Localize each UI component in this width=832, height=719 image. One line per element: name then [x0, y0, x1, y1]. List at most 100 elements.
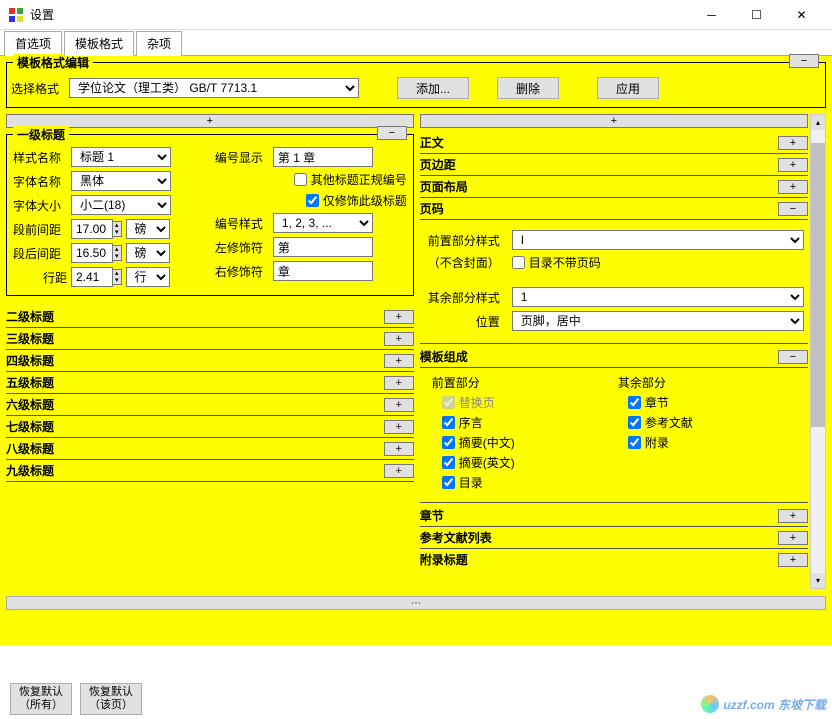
app-icon — [8, 7, 24, 23]
level5-expand[interactable]: + — [384, 376, 414, 390]
level8-header: 八级标题+ — [6, 440, 414, 460]
body-header: 正文+ — [420, 134, 808, 154]
level2-header: 二级标题+ — [6, 308, 414, 328]
format-edit-title: 模板格式编辑 — [13, 54, 93, 71]
add-button[interactable]: 添加... — [397, 77, 469, 99]
space-after-label: 段后间距 — [13, 245, 67, 262]
tab-misc[interactable]: 杂项 — [136, 31, 182, 56]
level2-expand[interactable]: + — [384, 310, 414, 324]
front-style-label: 前置部分样式 — [428, 232, 508, 249]
num-display-input[interactable] — [273, 147, 373, 167]
watermark-icon — [701, 695, 719, 713]
no-cover-label: （不含封面） — [428, 254, 508, 271]
font-name-select[interactable]: 黑体 — [71, 171, 171, 191]
space-before-label: 段前间距 — [13, 221, 67, 238]
level1-title: 一级标题 — [13, 126, 69, 143]
space-after-unit[interactable]: 磅 — [126, 243, 170, 263]
other-title-checkbox[interactable]: 其他标题正规编号 — [294, 171, 407, 188]
select-format-label: 选择格式 — [11, 80, 65, 97]
font-size-label: 字体大小 — [13, 197, 67, 214]
apply-button[interactable]: 应用 — [597, 77, 659, 99]
num-style-select[interactable]: 1, 2, 3, ... — [273, 213, 373, 233]
level9-header: 九级标题+ — [6, 462, 414, 482]
close-button[interactable]: ✕ — [779, 0, 824, 30]
tab-bar: 首选项 模板格式 杂项 — [0, 30, 832, 56]
other-part-label: 其余部分 — [618, 374, 804, 391]
pos-select[interactable]: 页脚，居中 — [512, 311, 804, 331]
toc-checkbox[interactable]: 目录 — [442, 474, 618, 491]
margin-expand[interactable]: + — [778, 158, 808, 172]
pagenum-collapse[interactable]: − — [778, 202, 808, 216]
compose-collapse[interactable]: − — [778, 350, 808, 364]
level3-expand[interactable]: + — [384, 332, 414, 346]
level4-expand[interactable]: + — [384, 354, 414, 368]
bottom-expand-bar[interactable]: ⋯ — [6, 596, 826, 610]
right-add-bar[interactable]: + — [420, 114, 808, 128]
other-style-select[interactable]: 1 — [512, 287, 804, 307]
line-spacing-label: 行距 — [13, 269, 67, 286]
scroll-down-icon[interactable]: ▾ — [811, 573, 825, 588]
space-before-spinner[interactable]: ▴▾ — [71, 219, 122, 239]
front-part-label: 前置部分 — [432, 374, 618, 391]
style-name-select[interactable]: 标题 1 — [71, 147, 171, 167]
refs-checkbox[interactable]: 参考文献 — [628, 414, 804, 431]
tab-template-format[interactable]: 模板格式 — [64, 31, 134, 56]
delete-button[interactable]: 删除 — [497, 77, 559, 99]
level8-expand[interactable]: + — [384, 442, 414, 456]
right-deco-input[interactable] — [273, 261, 373, 281]
appendix-checkbox[interactable]: 附录 — [628, 434, 804, 451]
level9-expand[interactable]: + — [384, 464, 414, 478]
layout-expand[interactable]: + — [778, 180, 808, 194]
front-style-select[interactable]: I — [512, 230, 804, 250]
compose-header: 模板组成− — [420, 348, 808, 368]
footer: 恢复默认 （所有） 恢复默认 （该页） uzzf.com 东坡下载 — [0, 679, 832, 719]
maximize-button[interactable]: ☐ — [734, 0, 779, 30]
margin-header: 页边距+ — [420, 156, 808, 176]
only-this-checkbox[interactable]: 仅修饰此级标题 — [306, 192, 407, 209]
watermark: uzzf.com 东坡下载 — [701, 695, 826, 713]
level6-expand[interactable]: + — [384, 398, 414, 412]
font-size-select[interactable]: 小二(18) — [71, 195, 171, 215]
num-style-label: 编号样式 — [215, 215, 269, 232]
right-scrollbar[interactable]: ▴ ▾ — [810, 114, 826, 589]
select-format-dropdown[interactable]: 学位论文（理工类） GB/T 7713.1 — [69, 78, 359, 98]
level7-header: 七级标题+ — [6, 418, 414, 438]
level1-section: 一级标题 − 样式名称标题 1 字体名称黑体 字体大小小二(18) 段前间距 ▴… — [6, 134, 414, 296]
pos-label: 位置 — [428, 313, 508, 330]
appendix-title-expand[interactable]: + — [778, 553, 808, 567]
level3-header: 三级标题+ — [6, 330, 414, 350]
font-name-label: 字体名称 — [13, 173, 67, 190]
reset-this-button[interactable]: 恢复默认 （该页） — [80, 683, 142, 715]
scroll-up-icon[interactable]: ▴ — [811, 115, 825, 130]
replace-page-checkbox[interactable]: 替换页 — [442, 394, 618, 411]
no-pagenum-checkbox[interactable]: 目录不带页码 — [512, 254, 601, 271]
level5-header: 五级标题+ — [6, 374, 414, 394]
space-after-spinner[interactable]: ▴▾ — [71, 243, 122, 263]
level6-header: 六级标题+ — [6, 396, 414, 416]
abstract-en-checkbox[interactable]: 摘要(英文) — [442, 454, 618, 471]
ref-list-expand[interactable]: + — [778, 531, 808, 545]
body-expand[interactable]: + — [778, 136, 808, 150]
window-title: 设置 — [30, 6, 689, 23]
scroll-thumb[interactable] — [811, 143, 825, 427]
space-before-unit[interactable]: 磅 — [126, 219, 170, 239]
preface-checkbox[interactable]: 序言 — [442, 414, 618, 431]
right-deco-label: 右修饰符 — [215, 263, 269, 280]
tab-preferences[interactable]: 首选项 — [4, 31, 62, 56]
level7-expand[interactable]: + — [384, 420, 414, 434]
minimize-button[interactable]: ─ — [689, 0, 734, 30]
chapter-checkbox[interactable]: 章节 — [628, 394, 804, 411]
line-spacing-unit[interactable]: 行 — [126, 267, 170, 287]
appendix-title-header: 附录标题+ — [420, 551, 808, 570]
num-display-label: 编号显示 — [215, 149, 269, 166]
ref-list-header: 参考文献列表+ — [420, 529, 808, 549]
line-spacing-spinner[interactable]: ▴▾ — [71, 267, 122, 287]
level1-collapse[interactable]: − — [377, 126, 407, 140]
content-area: 模板格式编辑 − 选择格式 学位论文（理工类） GB/T 7713.1 添加..… — [0, 56, 832, 646]
chapter-sec-expand[interactable]: + — [778, 509, 808, 523]
format-edit-section: 模板格式编辑 − 选择格式 学位论文（理工类） GB/T 7713.1 添加..… — [6, 62, 826, 108]
left-deco-input[interactable] — [273, 237, 373, 257]
abstract-cn-checkbox[interactable]: 摘要(中文) — [442, 434, 618, 451]
format-edit-collapse[interactable]: − — [789, 54, 819, 68]
reset-all-button[interactable]: 恢复默认 （所有） — [10, 683, 72, 715]
